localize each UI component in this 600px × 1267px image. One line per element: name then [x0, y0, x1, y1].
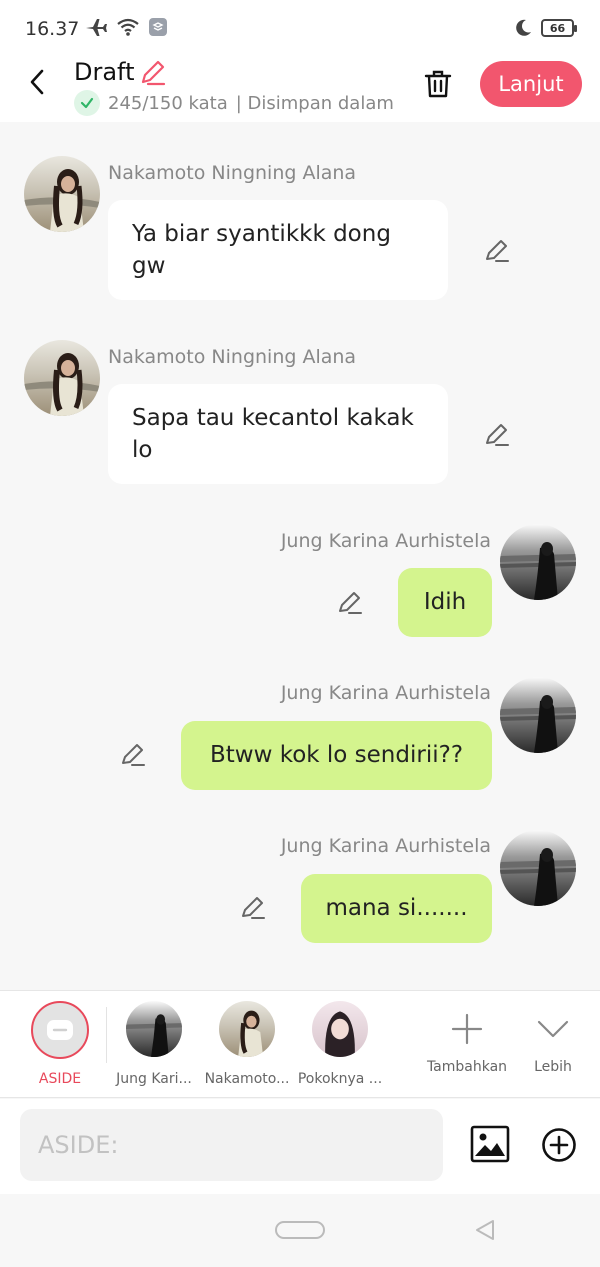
draft-meta: 245/150 kata | Disimpan dalam: [74, 90, 394, 116]
airplane-icon: [86, 19, 107, 36]
divider: [106, 1007, 107, 1063]
insert-image-button[interactable]: [470, 1125, 510, 1167]
avatar-karina[interactable]: [500, 830, 576, 906]
status-time: 16.37: [25, 18, 80, 40]
character-selector: ASIDE Jung Kari... Nakamoto... Pokoknya …: [0, 990, 600, 1098]
status-bar: 16.37 66: [0, 0, 600, 58]
chat-bubble-icon: [47, 1020, 73, 1040]
add-content-button[interactable]: [541, 1127, 577, 1167]
message-text: Btww kok lo sendirii??: [209, 742, 464, 768]
edit-title-button[interactable]: [138, 58, 168, 92]
pencil-icon: [141, 60, 166, 86]
trash-icon: [424, 70, 452, 98]
pencil-icon: [339, 592, 362, 614]
plus-icon: [451, 1013, 483, 1045]
word-count: 245/150 kata: [108, 92, 228, 114]
battery-icon: 66: [541, 19, 577, 37]
character-label: Pokoknya ...: [297, 1071, 383, 1087]
avatar-karina[interactable]: [500, 524, 576, 600]
image-icon: [470, 1125, 510, 1163]
back-arrow-icon: [30, 69, 44, 95]
pencil-icon: [486, 240, 509, 262]
pencil-icon: [242, 897, 265, 919]
character-pokoknya[interactable]: Pokoknya ...: [295, 1001, 385, 1087]
chat-area[interactable]: Nakamoto Ningning Alana Ya biar syantikk…: [0, 122, 600, 990]
wifi-icon: [117, 18, 139, 36]
edit-message-button[interactable]: [336, 589, 364, 617]
avatar-karina[interactable]: [500, 677, 576, 753]
system-nav-bar: [0, 1194, 600, 1267]
message-bubble[interactable]: Idih: [398, 568, 492, 637]
character-label: ASIDE: [38, 1071, 82, 1087]
edit-message-button[interactable]: [239, 894, 267, 922]
back-button[interactable]: [22, 64, 52, 100]
sender-name: Nakamoto Ningning Alana: [108, 162, 357, 184]
sender-name: Jung Karina Aurhistela: [280, 530, 491, 552]
message-text: Idih: [423, 589, 467, 615]
sender-name: Jung Karina Aurhistela: [280, 835, 491, 857]
back-triangle-icon: [476, 1220, 494, 1240]
status-icons-left: [84, 17, 168, 37]
message-input[interactable]: [20, 1109, 443, 1181]
chevron-down-icon: [537, 1020, 569, 1038]
character-label: Nakamoto...: [204, 1071, 290, 1087]
app-header: Draft 245/150 kata | Disimpan dalam Lanj…: [0, 58, 600, 122]
battery-level: 66: [549, 21, 566, 35]
aside-avatar: [31, 1001, 89, 1059]
pencil-icon: [486, 424, 509, 446]
message-text: Sapa tau kecantol kakak lo: [132, 405, 414, 463]
edit-message-button[interactable]: [483, 421, 511, 449]
system-back-button[interactable]: [474, 1218, 496, 1246]
edit-message-button[interactable]: [483, 237, 511, 265]
moon-icon: [516, 19, 531, 36]
message-bubble[interactable]: Btww kok lo sendirii??: [181, 721, 492, 790]
avatar-ningning[interactable]: [24, 340, 100, 416]
next-button[interactable]: Lanjut: [480, 61, 582, 107]
edit-message-button[interactable]: [119, 741, 147, 769]
character-aside[interactable]: ASIDE: [15, 1001, 105, 1087]
character-label: Jung Kari...: [116, 1071, 192, 1087]
app-notification-icon: [149, 18, 167, 36]
pencil-icon: [122, 744, 145, 766]
add-label: Tambahkan: [426, 1059, 508, 1075]
delete-button[interactable]: [420, 66, 456, 102]
home-button[interactable]: [275, 1221, 325, 1239]
page-title: Draft: [74, 58, 135, 86]
more-label: Lebih: [534, 1059, 572, 1075]
save-status: | Disimpan dalam: [235, 92, 394, 114]
status-icons-right: 66: [513, 18, 577, 38]
check-icon: [74, 90, 100, 116]
character-karina[interactable]: Jung Kari...: [109, 1001, 199, 1087]
sender-name: Nakamoto Ningning Alana: [108, 346, 357, 368]
plus-circle-icon: [542, 1128, 576, 1162]
message-bubble[interactable]: mana si.......: [301, 874, 492, 943]
message-text: Ya biar syantikkk dong gw: [132, 221, 391, 279]
avatar-karina: [126, 1001, 182, 1057]
message-text: mana si.......: [325, 895, 468, 921]
avatar-ningning[interactable]: [24, 156, 100, 232]
add-character-button[interactable]: Tambahkan: [422, 1001, 512, 1075]
sender-name: Jung Karina Aurhistela: [280, 682, 491, 704]
more-button[interactable]: Lebih: [518, 1001, 588, 1075]
character-ningning[interactable]: Nakamoto...: [202, 1001, 292, 1087]
avatar-ningning: [219, 1001, 275, 1057]
composer-bar: [0, 1099, 600, 1194]
message-bubble[interactable]: Ya biar syantikkk dong gw: [108, 200, 448, 300]
avatar-pokoknya: [312, 1001, 368, 1057]
message-bubble[interactable]: Sapa tau kecantol kakak lo: [108, 384, 448, 484]
